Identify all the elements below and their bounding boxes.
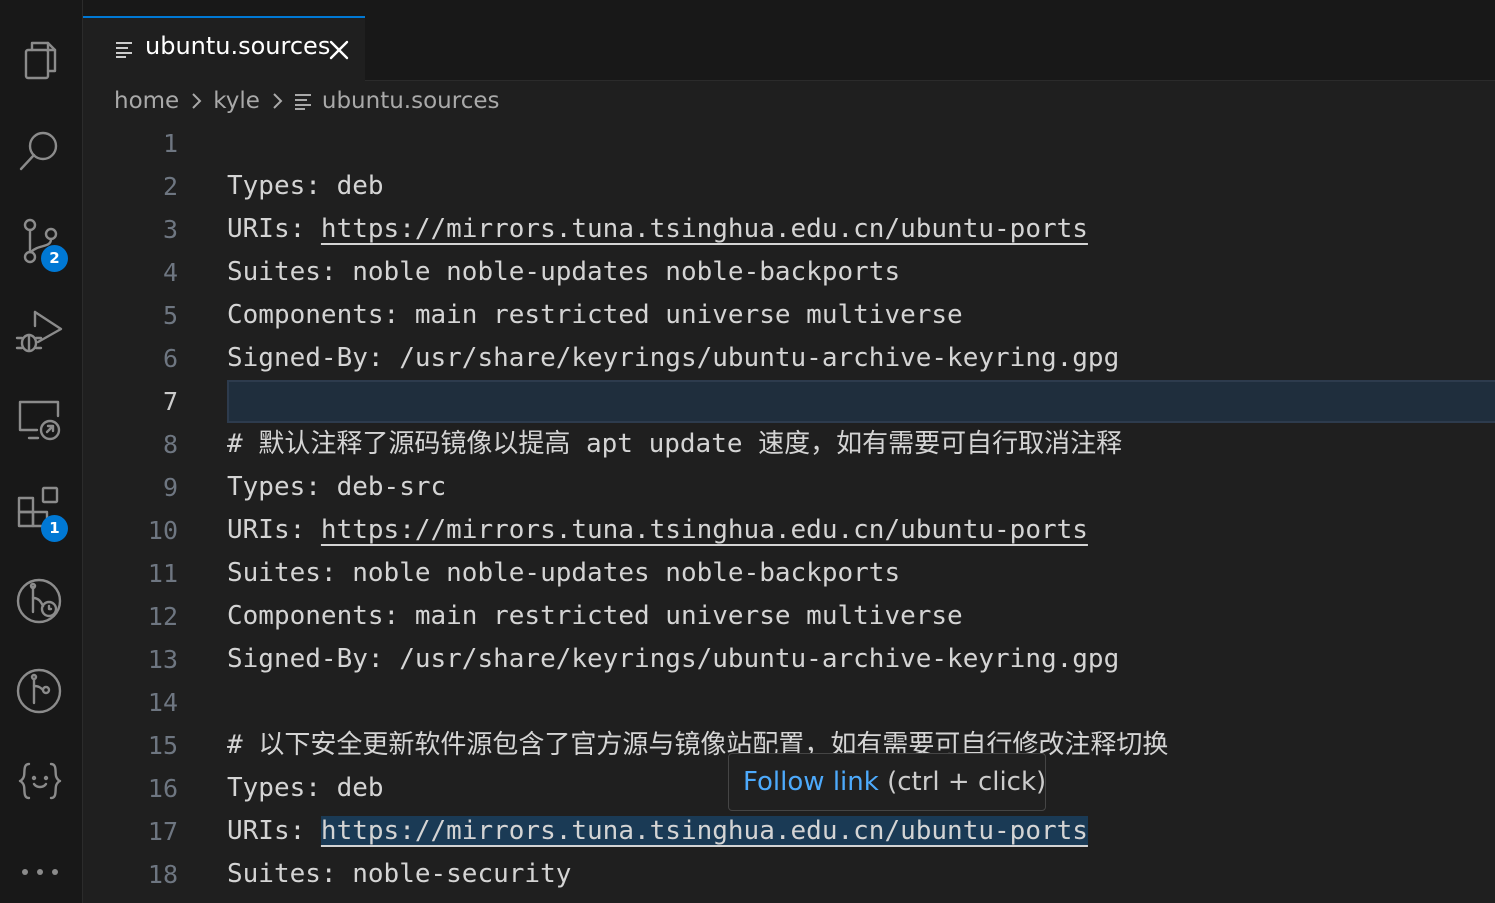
field-key: Suites: [227,558,353,588]
code-line: 3 URIs: https://mirrors.tuna.tsinghua.ed… [83,208,1495,251]
git-graph-icon[interactable] [13,664,67,718]
field-key: Components: [227,601,415,631]
line-number: 7 [162,387,178,416]
line-number: 13 [147,645,178,674]
field-value: main restricted universe multiverse [414,601,963,631]
source-control-badge: 2 [41,245,68,272]
field-key: Signed-By: [227,343,400,373]
line-number: 3 [162,215,178,244]
line-number: 6 [162,344,178,373]
field-value: main restricted universe multiverse [414,300,963,330]
close-icon[interactable] [327,38,351,62]
field-value: noble-security [352,859,572,889]
uri-link-hovered[interactable]: https://mirrors.tuna.tsinghua.edu.cn/ubu… [320,816,1088,846]
code-line: 13 Signed-By: /usr/share/keyrings/ubuntu… [83,638,1495,681]
field-value: noble noble-updates noble-backports [352,257,901,287]
field-key: Components: [227,300,415,330]
code-line: 8 # 默认注释了源码镜像以提高 apt update 速度，如有需要可自行取消… [83,423,1495,466]
line-number: 11 [147,559,178,588]
breadcrumb-home[interactable]: home [114,88,179,114]
line-number: 14 [147,688,178,717]
link-hover-tooltip: Follow link (ctrl + click) [728,753,1046,811]
field-key: Types: [227,472,337,502]
field-value: /usr/share/keyrings/ubuntu-archive-keyri… [399,644,1120,674]
timeline-icon[interactable] [13,574,67,628]
tab-bar: ubuntu.sources [83,16,1495,81]
comment-text: 默认注释了源码镜像以提高 apt update 速度，如有需要可自行取消注释 [258,429,1123,459]
breadcrumb-file[interactable]: ubuntu.sources [322,88,500,114]
extensions-icon[interactable]: 1 [13,484,68,542]
field-key: Suites: [227,257,353,287]
title-strip [83,0,1495,16]
field-value: deb-src [336,472,447,502]
code-line: 9 Types: deb-src [83,466,1495,509]
code-line: 4 Suites: noble noble-updates noble-back… [83,251,1495,294]
line-number: 8 [162,430,178,459]
code-line: 10 URIs: https://mirrors.tuna.tsinghua.e… [83,509,1495,552]
code-line: 12 Components: main restricted universe … [83,595,1495,638]
breadcrumb: home kyle ubuntu.sources [114,86,499,116]
json-icon[interactable] [13,754,67,808]
line-number: 18 [147,860,178,889]
line-number: 10 [147,516,178,545]
line-number: 4 [162,258,178,287]
field-key: URIs: [227,515,321,545]
field-value: deb [336,773,384,803]
follow-link[interactable]: Follow link [743,767,879,797]
line-number: 1 [162,129,178,158]
follow-link-hint: (ctrl + click) [878,767,1047,797]
code-line: 18 Suites: noble-security [83,853,1495,896]
chevron-right-icon [192,93,202,109]
field-key: Signed-By: [227,644,400,674]
line-number: 15 [147,731,178,760]
code-line: 11 Suites: noble noble-updates noble-bac… [83,552,1495,595]
uri-link[interactable]: https://mirrors.tuna.tsinghua.edu.cn/ubu… [321,515,1088,545]
comment-marker: # [227,730,259,760]
remote-explorer-icon[interactable] [13,394,67,448]
field-key: URIs: [227,214,321,244]
extensions-badge: 1 [41,515,68,542]
source-control-icon[interactable]: 2 [13,214,68,272]
tab-label: ubuntu.sources [145,32,331,60]
code-line: 2 Types: deb [83,165,1495,208]
breadcrumb-kyle[interactable]: kyle [213,88,260,114]
file-lines-icon [116,42,132,58]
line-number: 16 [147,774,178,803]
chevron-right-icon [273,93,283,109]
search-icon[interactable] [13,124,67,178]
uri-link[interactable]: https://mirrors.tuna.tsinghua.edu.cn/ubu… [321,214,1088,244]
file-lines-icon [294,94,311,110]
code-line: 1 [83,122,1495,165]
field-value: noble noble-updates noble-backports [352,558,901,588]
field-key: URIs: [227,816,321,846]
tab-ubuntu-sources[interactable]: ubuntu.sources [83,16,365,81]
explorer-icon[interactable] [13,34,67,88]
comment-marker: # [227,429,259,459]
line-number: 9 [162,473,178,502]
field-value: deb [336,171,384,201]
field-value: /usr/share/keyrings/ubuntu-archive-keyri… [399,343,1120,373]
field-key: Types: [227,171,337,201]
code-line: 6 Signed-By: /usr/share/keyrings/ubuntu-… [83,337,1495,380]
code-line: 17 URIs: https://mirrors.tuna.tsinghua.e… [83,810,1495,853]
code-line-current: 7 [83,380,1495,423]
run-debug-icon[interactable] [13,304,67,358]
activity-bar: 2 1 [0,0,83,903]
current-line-highlight [227,380,1495,423]
line-number: 5 [162,301,178,330]
line-number: 17 [147,817,178,846]
line-number: 12 [147,602,178,631]
field-key: Suites: [227,859,353,889]
line-number: 2 [162,172,178,201]
field-key: Types: [227,773,337,803]
code-line: 5 Components: main restricted universe m… [83,294,1495,337]
more-icon[interactable] [13,844,67,898]
code-line: 14 [83,681,1495,724]
